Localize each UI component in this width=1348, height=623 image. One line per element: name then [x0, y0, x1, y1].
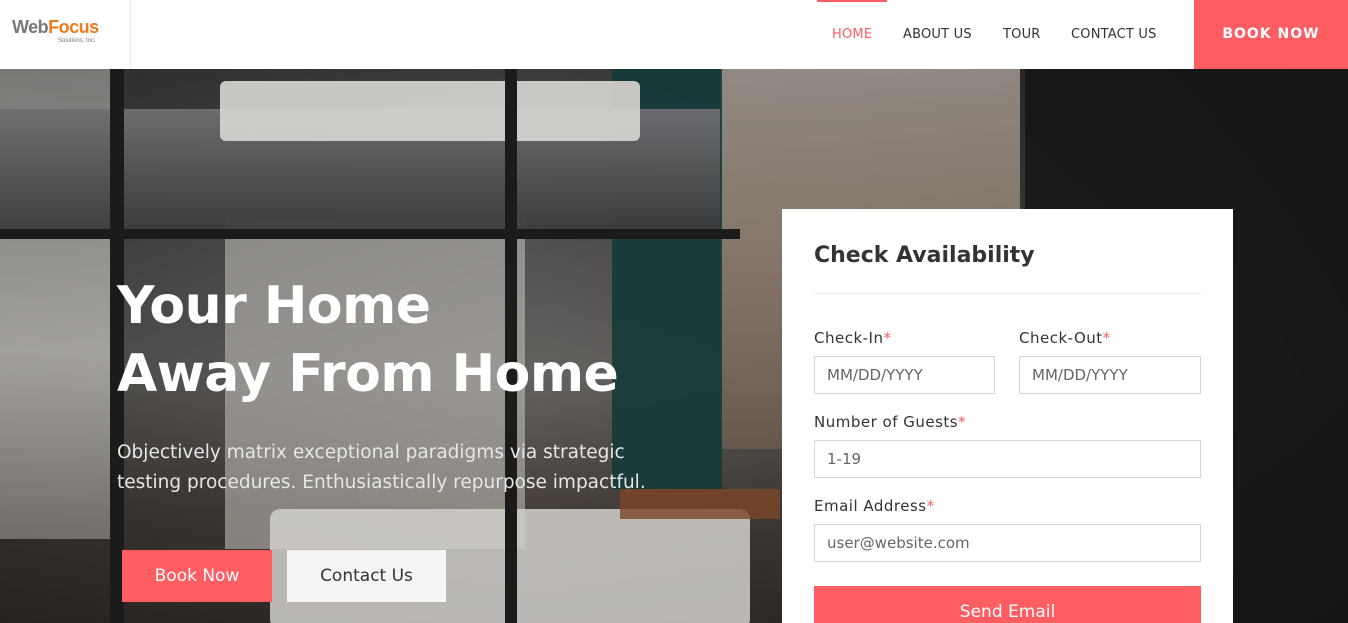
- logo-word-focus: Focus: [48, 17, 99, 37]
- logo-tagline: Solutions, Inc.: [58, 38, 96, 44]
- checkin-label-text: Check-In: [814, 329, 884, 347]
- required-marker: *: [883, 329, 892, 347]
- nav-contact-us[interactable]: CONTACT US: [1071, 0, 1157, 69]
- email-label-text: Email Address: [814, 497, 927, 515]
- guests-label-text: Number of Guests: [814, 413, 959, 431]
- form-title: Check Availability: [814, 243, 1035, 268]
- hero-bg-folded-sheets: [220, 81, 640, 141]
- hero-title: Your Home Away From Home: [117, 272, 619, 408]
- guests-label: Number of Guests*: [814, 413, 966, 431]
- checkout-label-text: Check-Out: [1019, 329, 1103, 347]
- hero-title-line-2: Away From Home: [117, 344, 619, 404]
- email-input[interactable]: [814, 524, 1201, 562]
- logo[interactable]: WebFocus Solutions, Inc.: [0, 0, 131, 69]
- guests-input[interactable]: [814, 440, 1201, 478]
- hero-description: Objectively matrix exceptional paradigms…: [117, 442, 646, 493]
- nav-home[interactable]: HOME: [816, 0, 888, 69]
- logo-word-web: Web: [12, 17, 49, 37]
- nav-tour[interactable]: TOUR: [1003, 0, 1041, 69]
- nav-about-us[interactable]: ABOUT US: [903, 0, 972, 69]
- required-marker: *: [926, 497, 935, 515]
- hero-contact-us-button[interactable]: Contact Us: [287, 550, 446, 602]
- check-availability-form: Check Availability Check-In* Check-Out* …: [782, 209, 1233, 623]
- checkin-date-input[interactable]: [814, 356, 995, 394]
- hero-bg-bed-rail: [0, 229, 740, 239]
- hero-title-line-1: Your Home: [117, 276, 431, 336]
- checkout-label: Check-Out*: [1019, 329, 1111, 347]
- form-divider: [814, 293, 1201, 294]
- required-marker: *: [1102, 329, 1111, 347]
- checkin-label: Check-In*: [814, 329, 892, 347]
- checkout-date-input[interactable]: [1019, 356, 1201, 394]
- hero-book-now-button[interactable]: Book Now: [122, 550, 272, 602]
- send-email-button[interactable]: Send Email: [814, 586, 1201, 623]
- email-label: Email Address*: [814, 497, 935, 515]
- site-header: WebFocus Solutions, Inc. HOME ABOUT US T…: [0, 0, 1348, 69]
- header-book-now-button[interactable]: BOOK NOW: [1194, 0, 1348, 69]
- required-marker: *: [958, 413, 967, 431]
- logo-wordmark: WebFocus: [12, 17, 99, 38]
